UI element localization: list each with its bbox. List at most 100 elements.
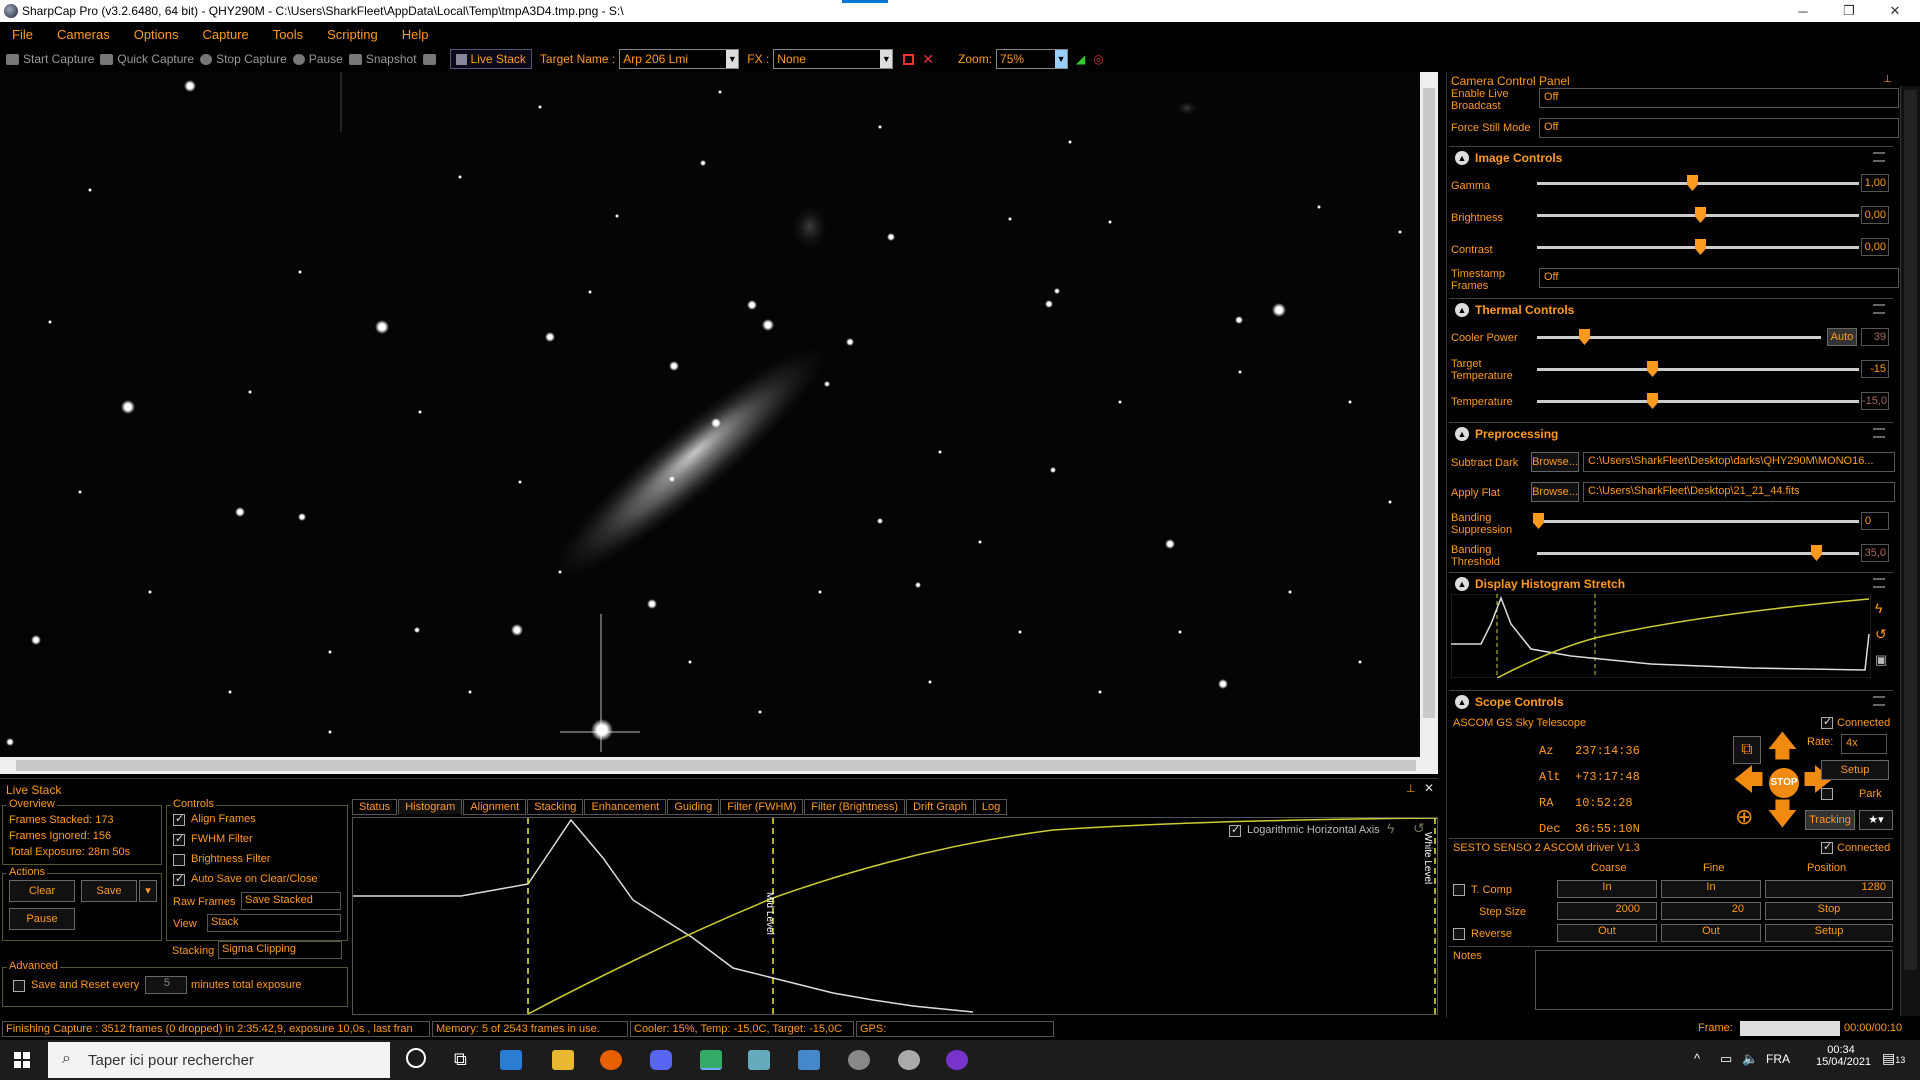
position-input[interactable]: 1280 (1765, 880, 1893, 898)
tab-drift-graph[interactable]: Drift Graph (906, 799, 974, 815)
scope-setup-button[interactable]: Setup (1821, 760, 1889, 780)
chevron-down-icon[interactable]: ▼ (1055, 50, 1068, 68)
brightness-filter-checkbox[interactable] (173, 854, 185, 866)
fx-combo[interactable]: None ▼ (773, 49, 894, 69)
stacking-select[interactable]: Sigma Clipping (218, 941, 342, 959)
menu-capture[interactable]: Capture (191, 27, 261, 42)
tab-log[interactable]: Log (974, 799, 1008, 815)
chevron-down-icon[interactable]: ▼ (880, 50, 893, 68)
menu-options[interactable]: Options (122, 27, 191, 42)
view-select[interactable]: Stack (207, 914, 341, 932)
discord-icon[interactable] (650, 1050, 672, 1070)
photos-icon[interactable] (748, 1050, 770, 1070)
scope-connected-checkbox[interactable] (1821, 715, 1833, 729)
tab-enhancement[interactable]: Enhancement (584, 799, 667, 815)
target-temperature-value[interactable]: -15 (1861, 360, 1889, 378)
zoom-combo[interactable]: 75% ▼ (996, 49, 1069, 69)
close-panel-icon[interactable]: ✕ (1424, 781, 1434, 795)
menu-scripting[interactable]: Scripting (315, 27, 390, 42)
calculator-icon[interactable] (798, 1050, 820, 1070)
reset-icon[interactable]: ↺ (1875, 626, 1887, 643)
align-frames-checkbox[interactable] (173, 812, 185, 826)
tab-guiding[interactable]: Guiding (667, 799, 720, 815)
tab-filter-fwhm[interactable]: Filter (FWHM) (720, 799, 804, 815)
histogram-stretch-section[interactable]: ▲ Display Histogram Stretch (1449, 572, 1893, 594)
tab-alignment[interactable]: Alignment (463, 799, 527, 815)
menu-icon[interactable] (1873, 304, 1885, 314)
arrow-up-icon[interactable]: 🡅 (1767, 732, 1798, 762)
auto-save-checkbox[interactable] (173, 872, 185, 886)
file-explorer-icon[interactable] (552, 1050, 574, 1070)
gamma-value[interactable]: 1,00 (1861, 174, 1889, 192)
planet-app-icon[interactable] (848, 1050, 870, 1070)
tcomp-checkbox[interactable] (1453, 884, 1465, 896)
notes-input[interactable] (1535, 950, 1893, 1010)
stellarium-icon[interactable] (946, 1050, 968, 1070)
crosshair-icon[interactable]: ✕ (922, 51, 934, 68)
pause-stack-button[interactable]: Pause (9, 908, 75, 930)
collapse-icon[interactable]: ▲ (1455, 151, 1469, 165)
preprocessing-section[interactable]: ▲ Preprocessing (1449, 422, 1893, 444)
language-indicator[interactable]: FRA (1766, 1052, 1790, 1066)
fine-out-button[interactable]: Out (1661, 924, 1761, 942)
quick-capture-button[interactable]: Quick Capture (100, 52, 194, 66)
raw-frames-select[interactable]: Save Stacked (241, 892, 341, 910)
notification-icon[interactable]: ▤13 (1882, 1050, 1905, 1067)
chevron-down-icon[interactable]: ▼ (726, 50, 739, 68)
coarse-step-input[interactable]: 2000 (1557, 902, 1657, 920)
gamma-slider[interactable] (1537, 182, 1859, 185)
menu-cameras[interactable]: Cameras (45, 27, 122, 42)
scope-goto-icon[interactable]: ⧉ (1733, 736, 1761, 764)
fine-in-button[interactable]: In (1661, 880, 1761, 898)
menu-file[interactable]: File (0, 27, 45, 42)
target-icon[interactable]: ⊕ (1735, 804, 1753, 830)
tracking-button[interactable]: Tracking (1805, 810, 1855, 830)
menu-icon[interactable] (1873, 152, 1885, 162)
star-icon[interactable]: ★▾ (1859, 810, 1893, 830)
volume-icon[interactable]: 🔈 (1742, 1051, 1758, 1067)
pause-button[interactable]: Pause (292, 52, 343, 66)
image-vertical-scrollbar[interactable] (1420, 72, 1438, 757)
park-checkbox[interactable] (1821, 788, 1833, 800)
flat-file-select[interactable]: C:\Users\SharkFleet\Desktop\21_21_44.fit… (1583, 482, 1895, 502)
collapse-icon[interactable]: ▲ (1455, 695, 1469, 709)
taskbar-search[interactable]: ⌕ Taper ici pour rechercher (48, 1042, 390, 1078)
tab-filter-brightness[interactable]: Filter (Brightness) (804, 799, 906, 815)
collapse-icon[interactable]: ▲ (1455, 303, 1469, 317)
minimize-icon[interactable]: ─ (1780, 0, 1826, 22)
arrow-down-icon[interactable]: 🡇 (1767, 800, 1798, 830)
close-icon[interactable]: ✕ (1872, 0, 1918, 22)
flat-browse-button[interactable]: Browse... (1531, 482, 1579, 502)
collapse-icon[interactable]: ▲ (1455, 427, 1469, 441)
firefox-icon[interactable] (600, 1050, 622, 1070)
tab-stacking[interactable]: Stacking (527, 799, 584, 815)
menu-icon[interactable] (1873, 696, 1885, 706)
zoom-target-icon[interactable]: ◎ (1093, 52, 1103, 66)
focuser-stop-button[interactable]: Stop (1765, 902, 1893, 920)
target-temperature-slider[interactable] (1537, 368, 1859, 371)
tab-status[interactable]: Status (352, 799, 398, 815)
target-name-combo[interactable]: Arp 206 Lmi ▼ (619, 49, 740, 69)
menu-tools[interactable]: Tools (261, 27, 315, 42)
banding-suppression-value[interactable]: 0 (1861, 512, 1889, 530)
timestamp-select[interactable]: Off (1539, 268, 1899, 288)
ccp-scrollbar[interactable] (1900, 86, 1920, 1016)
fine-step-input[interactable]: 20 (1661, 902, 1761, 920)
banding-threshold-slider[interactable] (1537, 552, 1859, 555)
thermal-controls-section[interactable]: ▲ Thermal Controls (1449, 298, 1893, 320)
cooler-auto-button[interactable]: Auto (1827, 328, 1857, 346)
cortana-icon[interactable] (406, 1048, 426, 1068)
snapshot-button[interactable]: Snapshot (348, 52, 417, 66)
clock[interactable]: 00:34 15/04/2021 (1816, 1044, 1871, 1068)
histogram-icon[interactable]: ◢ (1076, 52, 1085, 66)
clear-button[interactable]: Clear (9, 880, 75, 902)
dark-browse-button[interactable]: Browse... (1531, 452, 1579, 472)
pin-icon[interactable]: ⊥ (1883, 74, 1892, 85)
stop-capture-button[interactable]: Stop Capture (200, 52, 287, 66)
save-reset-checkbox[interactable] (13, 980, 25, 992)
restore-icon[interactable]: ❐ (1826, 0, 1872, 22)
start-capture-button[interactable]: Start Capture (6, 52, 94, 66)
tab-histogram[interactable]: Histogram (398, 799, 463, 815)
save-icon[interactable]: ▣ (1875, 652, 1887, 668)
focuser-connected-checkbox[interactable] (1821, 840, 1833, 854)
